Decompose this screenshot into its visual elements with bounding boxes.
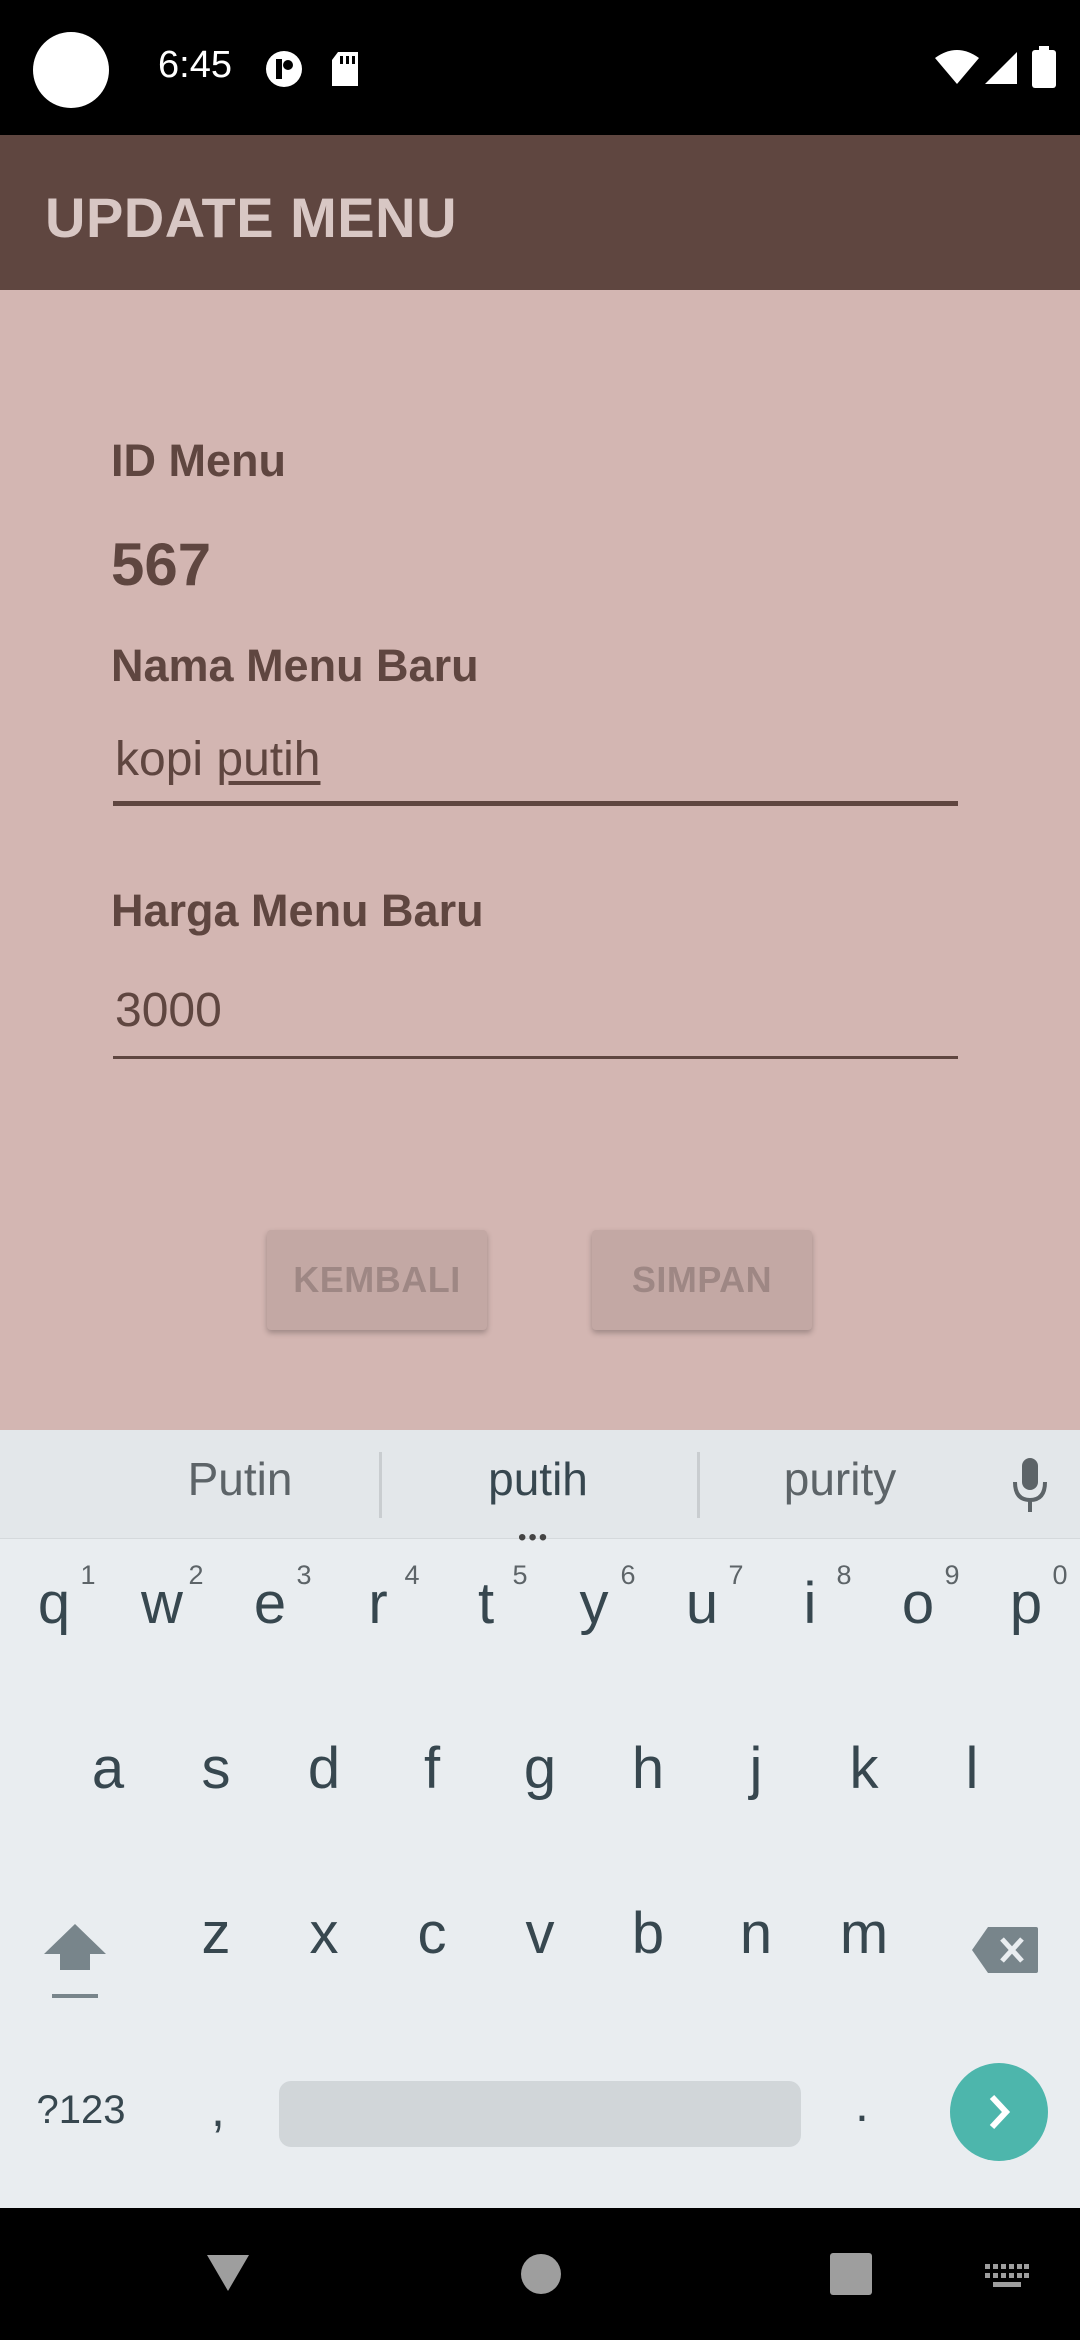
key-r[interactable]: r (328, 1570, 428, 1637)
period-key[interactable]: . (812, 2075, 912, 2133)
signal-icon (985, 52, 1017, 84)
key-p[interactable]: p (976, 1570, 1076, 1637)
name-current-word: putih (216, 733, 321, 786)
camera-cutout (33, 32, 109, 108)
shift-icon[interactable] (40, 1920, 110, 2000)
key-j[interactable]: j (706, 1735, 806, 1802)
name-menu-input[interactable]: kopi putih (113, 732, 958, 806)
name-input-underline (113, 801, 958, 806)
name-menu-label: Nama Menu Baru (111, 640, 479, 691)
key-d[interactable]: d (274, 1735, 374, 1802)
price-input-underline (113, 1056, 958, 1059)
key-c[interactable]: c (382, 1900, 482, 1967)
soft-keyboard: Putin putih ••• purity 1 2 3 4 5 6 7 8 9… (0, 1430, 1080, 2208)
name-prefix: kopi (115, 733, 217, 786)
status-bar: 6:45 (0, 0, 1080, 135)
home-nav-icon[interactable] (520, 2253, 562, 2295)
name-menu-text: kopi putih (113, 732, 958, 787)
key-w[interactable]: w (112, 1570, 212, 1637)
page-title: UPDATE MENU (45, 186, 458, 249)
suggestion-3[interactable]: purity (750, 1452, 930, 1506)
more-suggestions-icon[interactable]: ••• (518, 1524, 549, 1552)
key-o[interactable]: o (868, 1570, 968, 1637)
save-button[interactable]: SIMPAN (592, 1230, 812, 1330)
phone-screen: 6:45 UPDATE MENU ID Menu 567 Nama Menu B… (0, 0, 1080, 2340)
key-y[interactable]: y (544, 1570, 644, 1637)
enter-key[interactable] (950, 2063, 1048, 2161)
key-g[interactable]: g (490, 1735, 590, 1802)
suggestion-divider (697, 1452, 700, 1518)
price-menu-input[interactable]: 3000 (113, 983, 958, 1059)
app-bar: UPDATE MENU (0, 135, 1080, 290)
id-menu-label: ID Menu (111, 435, 286, 486)
key-n[interactable]: n (706, 1900, 806, 1967)
key-l[interactable]: l (922, 1735, 1022, 1802)
chevron-right-icon (989, 2094, 1011, 2130)
battery-icon (1032, 46, 1056, 88)
keyboard-switch-icon[interactable] (985, 2264, 1029, 2290)
key-a[interactable]: a (58, 1735, 158, 1802)
notification-icon (266, 51, 302, 87)
back-button[interactable]: KEMBALI (267, 1230, 487, 1330)
sd-card-icon (332, 52, 358, 86)
comma-key[interactable]: , (168, 2080, 268, 2138)
microphone-icon[interactable] (1012, 1458, 1048, 1514)
key-k[interactable]: k (814, 1735, 914, 1802)
price-menu-text: 3000 (115, 984, 222, 1037)
status-time: 6:45 (158, 44, 232, 86)
recents-nav-icon[interactable] (830, 2253, 872, 2295)
suggestion-2[interactable]: putih (448, 1452, 628, 1506)
key-v[interactable]: v (490, 1900, 590, 1967)
wifi-icon (935, 50, 979, 84)
update-menu-form: ID Menu 567 Nama Menu Baru kopi putih Ha… (0, 290, 1080, 1430)
key-h[interactable]: h (598, 1735, 698, 1802)
key-x[interactable]: x (274, 1900, 374, 1967)
back-nav-icon[interactable] (205, 2253, 251, 2293)
key-b[interactable]: b (598, 1900, 698, 1967)
key-t[interactable]: t (436, 1570, 536, 1637)
navigation-bar (0, 2208, 1080, 2340)
symbols-key[interactable]: ?123 (26, 2088, 136, 2133)
key-q[interactable]: q (4, 1570, 104, 1637)
key-i[interactable]: i (760, 1570, 860, 1637)
suggestion-1[interactable]: Putin (150, 1452, 330, 1506)
price-menu-label: Harga Menu Baru (111, 885, 484, 936)
key-u[interactable]: u (652, 1570, 752, 1637)
key-f[interactable]: f (382, 1735, 482, 1802)
space-bar[interactable] (279, 2081, 801, 2147)
suggestion-strip: Putin putih ••• purity (0, 1430, 1080, 1551)
backspace-icon[interactable] (970, 1925, 1040, 1975)
key-s[interactable]: s (166, 1735, 266, 1802)
id-menu-value: 567 (111, 531, 212, 598)
key-e[interactable]: e (220, 1570, 320, 1637)
key-z[interactable]: z (166, 1900, 266, 1967)
key-m[interactable]: m (814, 1900, 914, 1967)
suggestion-divider (379, 1452, 382, 1518)
